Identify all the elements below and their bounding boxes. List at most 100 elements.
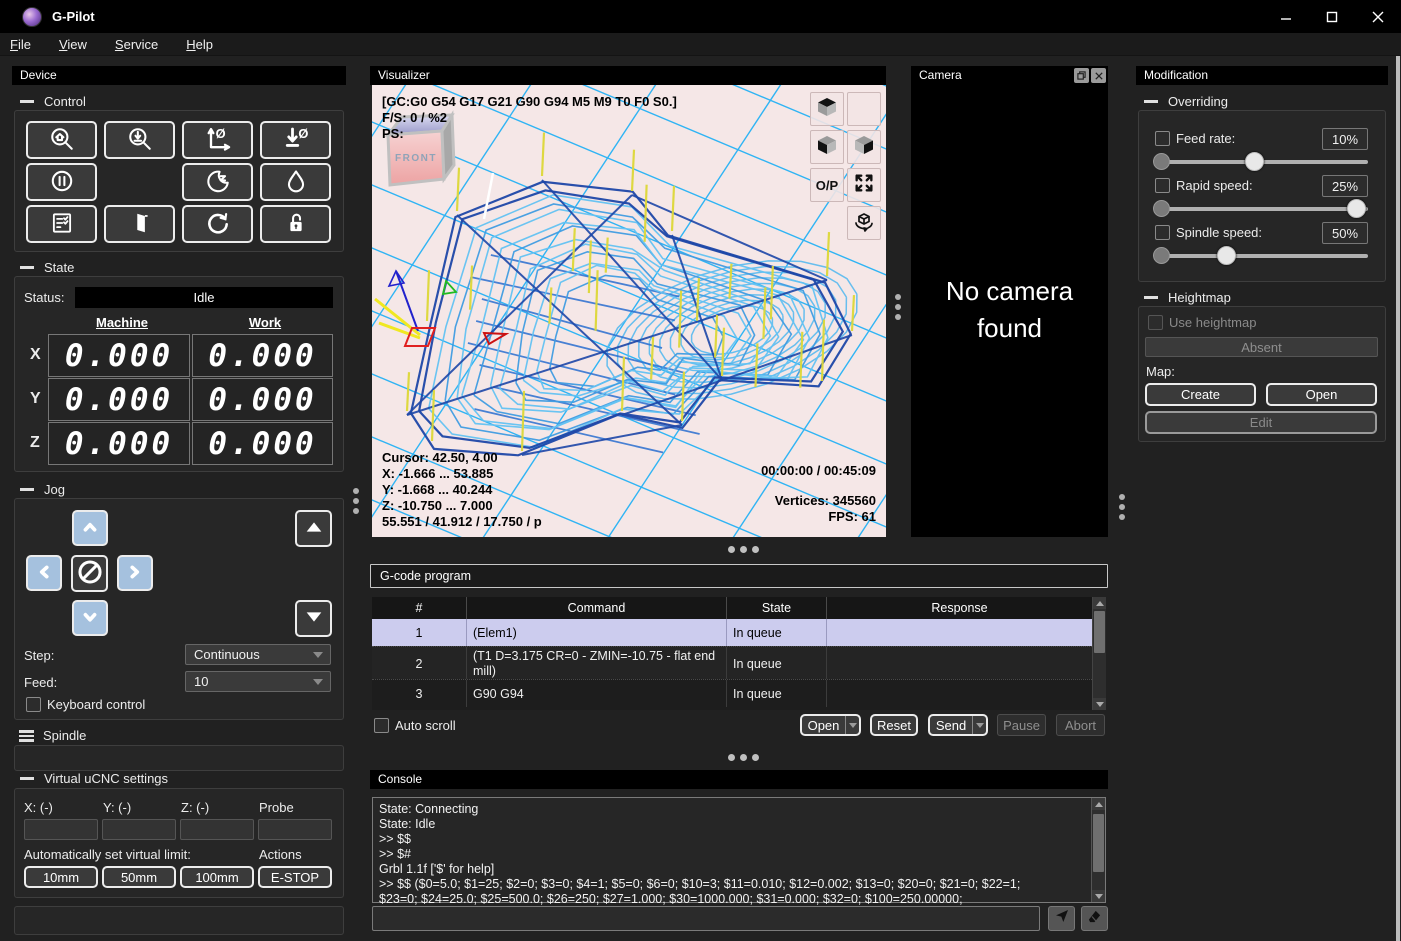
- menu-help[interactable]: Help: [176, 37, 223, 52]
- step-combo[interactable]: Continuous: [185, 644, 331, 665]
- send-button[interactable]: Send: [928, 714, 988, 736]
- console-input[interactable]: [372, 906, 1040, 931]
- jog-z-plus-button[interactable]: [295, 510, 332, 547]
- menu-file[interactable]: File: [0, 37, 41, 52]
- table-row[interactable]: 1 (Elem1) In queue: [372, 619, 1092, 646]
- gcode-table-scrollbar[interactable]: [1092, 597, 1106, 710]
- menu-service[interactable]: Service: [105, 37, 168, 52]
- section-jog[interactable]: Jog: [12, 482, 65, 497]
- open-dropdown-button[interactable]: [845, 716, 859, 734]
- rapid-speed-checkbox[interactable]: [1155, 178, 1170, 193]
- home-search-button[interactable]: [26, 121, 97, 159]
- section-heightmap[interactable]: Heightmap: [1136, 290, 1231, 305]
- feed-rate-checkbox[interactable]: [1155, 131, 1170, 146]
- console-clear-button[interactable]: [1081, 906, 1108, 931]
- heightmap-edit-button[interactable]: Edit: [1145, 411, 1377, 434]
- menu-view[interactable]: View: [49, 37, 97, 52]
- console-splitter-handle[interactable]: [728, 754, 759, 761]
- limit-10mm-button[interactable]: 10mm: [24, 866, 98, 888]
- section-spindle[interactable]: Spindle: [12, 728, 86, 744]
- send-dropdown-button[interactable]: [972, 716, 986, 734]
- spindle-speed-slider[interactable]: [1155, 247, 1368, 265]
- reset-program-button[interactable]: Reset: [870, 714, 918, 736]
- view-blank-button[interactable]: [847, 92, 881, 126]
- column-header-command[interactable]: Command: [467, 597, 727, 619]
- estop-button[interactable]: E-STOP: [258, 866, 332, 888]
- use-heightmap-checkbox[interactable]: [1148, 315, 1163, 330]
- jog-stop-button[interactable]: [71, 555, 108, 592]
- virtual-z-field[interactable]: [180, 819, 254, 840]
- viz-camera-splitter-handle[interactable]: [894, 290, 902, 324]
- sleep-button[interactable]: [182, 163, 253, 201]
- door-button[interactable]: [104, 205, 175, 243]
- section-control[interactable]: Control: [12, 94, 86, 109]
- section-overriding[interactable]: Overriding: [1136, 94, 1228, 109]
- console-scrollbar[interactable]: [1091, 798, 1105, 902]
- autoscroll-checkbox[interactable]: [374, 718, 389, 733]
- virtual-y-field[interactable]: [102, 819, 176, 840]
- fit-view-button[interactable]: [847, 168, 881, 202]
- jog-y-plus-button[interactable]: [72, 510, 108, 546]
- window-right-scrollbar[interactable]: [1396, 56, 1400, 941]
- rapid-speed-slider[interactable]: [1155, 200, 1368, 218]
- abort-button[interactable]: Abort: [1056, 714, 1105, 736]
- column-header-state[interactable]: State: [727, 597, 827, 619]
- right-splitter-handle[interactable]: [1118, 490, 1126, 524]
- probe-search-button[interactable]: [104, 121, 175, 159]
- camera-close-button[interactable]: [1091, 68, 1106, 83]
- pause-program-button[interactable]: Pause: [997, 714, 1046, 736]
- scrollbar-thumb[interactable]: [1094, 611, 1105, 653]
- console-send-button[interactable]: [1048, 906, 1075, 931]
- jog-x-minus-button[interactable]: [26, 555, 62, 591]
- section-state[interactable]: State: [12, 260, 74, 275]
- visualizer-viewport[interactable]: FRONT [GC:G0 G54 G17 G21 G90 G94 M5 M9 T…: [372, 85, 886, 537]
- coolant-button[interactable]: [260, 163, 331, 201]
- checklist-button[interactable]: [26, 205, 97, 243]
- open-button[interactable]: Open: [800, 714, 861, 736]
- spindle-speed-checkbox[interactable]: [1155, 225, 1170, 240]
- left-splitter-handle[interactable]: [352, 484, 360, 518]
- zero-xy-button[interactable]: Ø: [182, 121, 253, 159]
- ortho-perspective-button[interactable]: O/P: [810, 168, 844, 202]
- scrollbar-thumb[interactable]: [1093, 814, 1104, 872]
- minimize-button[interactable]: [1263, 0, 1309, 33]
- camera-float-button[interactable]: [1074, 68, 1089, 83]
- gcode-splitter-handle[interactable]: [728, 546, 759, 553]
- jog-x-plus-button[interactable]: [117, 555, 153, 591]
- close-button[interactable]: [1355, 0, 1401, 33]
- jog-y-minus-button[interactable]: [72, 600, 108, 636]
- scroll-up-icon[interactable]: [1092, 798, 1105, 810]
- virtual-x-field[interactable]: [24, 819, 98, 840]
- rotate-view-button[interactable]: [847, 206, 881, 240]
- heightmap-open-button[interactable]: Open: [1266, 383, 1377, 406]
- heightmap-create-button[interactable]: Create: [1145, 383, 1256, 406]
- slider-handle[interactable]: [1245, 152, 1264, 171]
- keyboard-control-checkbox[interactable]: [26, 697, 41, 712]
- scroll-down-icon[interactable]: [1093, 698, 1106, 710]
- view-top-button[interactable]: [810, 92, 844, 126]
- table-row[interactable]: 2 (T1 D=3.175 CR=0 - ZMIN=-10.75 - flat …: [372, 646, 1092, 679]
- slider-handle[interactable]: [1347, 199, 1366, 218]
- limit-100mm-button[interactable]: 100mm: [180, 866, 254, 888]
- jog-z-minus-button[interactable]: [295, 600, 332, 637]
- table-row[interactable]: 3 G90 G94 In queue: [372, 679, 1092, 706]
- zero-z-button[interactable]: Ø: [260, 121, 331, 159]
- unlock-button[interactable]: [260, 205, 331, 243]
- maximize-button[interactable]: [1309, 0, 1355, 33]
- limit-50mm-button[interactable]: 50mm: [102, 866, 176, 888]
- column-header-response[interactable]: Response: [827, 597, 1092, 619]
- scroll-up-icon[interactable]: [1093, 597, 1106, 609]
- feed-rate-slider[interactable]: [1155, 153, 1368, 171]
- feed-combo[interactable]: 10: [185, 671, 331, 692]
- virtual-probe-field[interactable]: [258, 819, 332, 840]
- section-virtual-ucnc[interactable]: Virtual uCNC settings: [12, 771, 168, 786]
- view-left-button[interactable]: [810, 130, 844, 164]
- console-log[interactable]: State: Connecting State: Idle >> $$ >> $…: [372, 797, 1106, 903]
- gcode-table[interactable]: # Command State Response 1 (Elem1) In qu…: [372, 597, 1106, 710]
- column-header-num[interactable]: #: [372, 597, 467, 619]
- pause-button[interactable]: [26, 163, 97, 201]
- view-right-button[interactable]: [847, 130, 881, 164]
- scroll-down-icon[interactable]: [1092, 890, 1105, 902]
- slider-handle[interactable]: [1217, 246, 1236, 265]
- reset-button[interactable]: [182, 205, 253, 243]
